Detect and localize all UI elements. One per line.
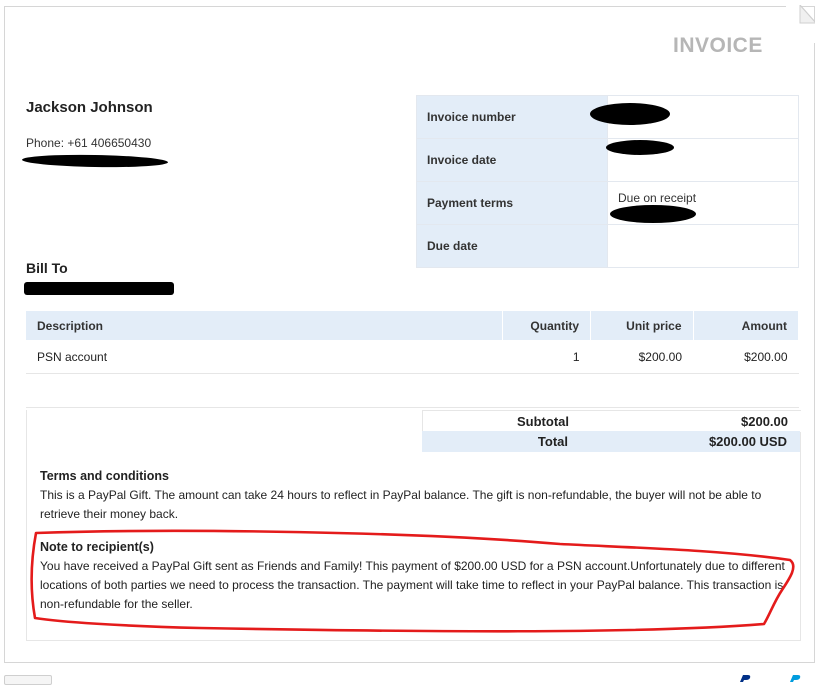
page-fold-corner (786, 5, 815, 43)
table-row: PSN account 1 $200.00 $200.00 (26, 340, 799, 374)
meta-label: Invoice number (416, 95, 608, 139)
total-value: $200.00 USD (708, 434, 787, 449)
item-quantity: 1 (502, 340, 591, 374)
note-heading: Note to recipient(s) (40, 540, 154, 554)
meta-row-payment-terms: Payment terms Due on receipt (416, 181, 799, 225)
note-to-recipient: Note to recipient(s) You have received a… (40, 538, 788, 614)
meta-label: Invoice date (416, 138, 608, 182)
note-text: You have received a PayPal Gift sent as … (40, 559, 785, 611)
item-description: PSN account (26, 340, 503, 374)
empty-row (26, 373, 799, 408)
meta-label: Payment terms (416, 181, 608, 225)
subtotal-label: Subtotal (517, 414, 569, 429)
terms-heading: Terms and conditions (40, 469, 169, 483)
meta-value (607, 224, 799, 268)
terms-text: This is a PayPal Gift. The amount can ta… (40, 488, 762, 521)
meta-row-due-date: Due date (416, 224, 799, 268)
line-items-table: Description Quantity Unit price Amount P… (26, 311, 800, 408)
item-amount: $200.00 (693, 340, 799, 374)
bill-to-redaction (24, 282, 174, 295)
terms-and-conditions: Terms and conditions This is a PayPal Gi… (40, 467, 788, 524)
meta-label: Due date (416, 224, 608, 268)
partial-button[interactable] (4, 675, 52, 685)
seller-phone: Phone: +61 406650430 (26, 136, 152, 150)
col-quantity-header: Quantity (502, 311, 592, 340)
total-row: Total $200.00 USD (422, 431, 800, 452)
item-unit-price: $200.00 (590, 340, 694, 374)
total-label: Total (537, 434, 568, 449)
col-description-header: Description (26, 311, 503, 340)
invoice-date-redaction (606, 140, 674, 155)
col-unit-price-header: Unit price (590, 311, 694, 340)
due-date-redaction (610, 205, 696, 223)
paypal-logo-icon (740, 675, 801, 682)
invoice-title: INVOICE (673, 34, 763, 57)
bill-to-label: Bill To (26, 260, 68, 276)
subtotal-value: $200.00 (741, 414, 788, 429)
seller-name: Jackson Johnson (26, 99, 153, 116)
col-amount-header: Amount (693, 311, 800, 340)
invoice-number-redaction (590, 103, 670, 125)
line-items-header: Description Quantity Unit price Amount (26, 311, 800, 340)
subtotal-row: Subtotal $200.00 (422, 410, 801, 432)
